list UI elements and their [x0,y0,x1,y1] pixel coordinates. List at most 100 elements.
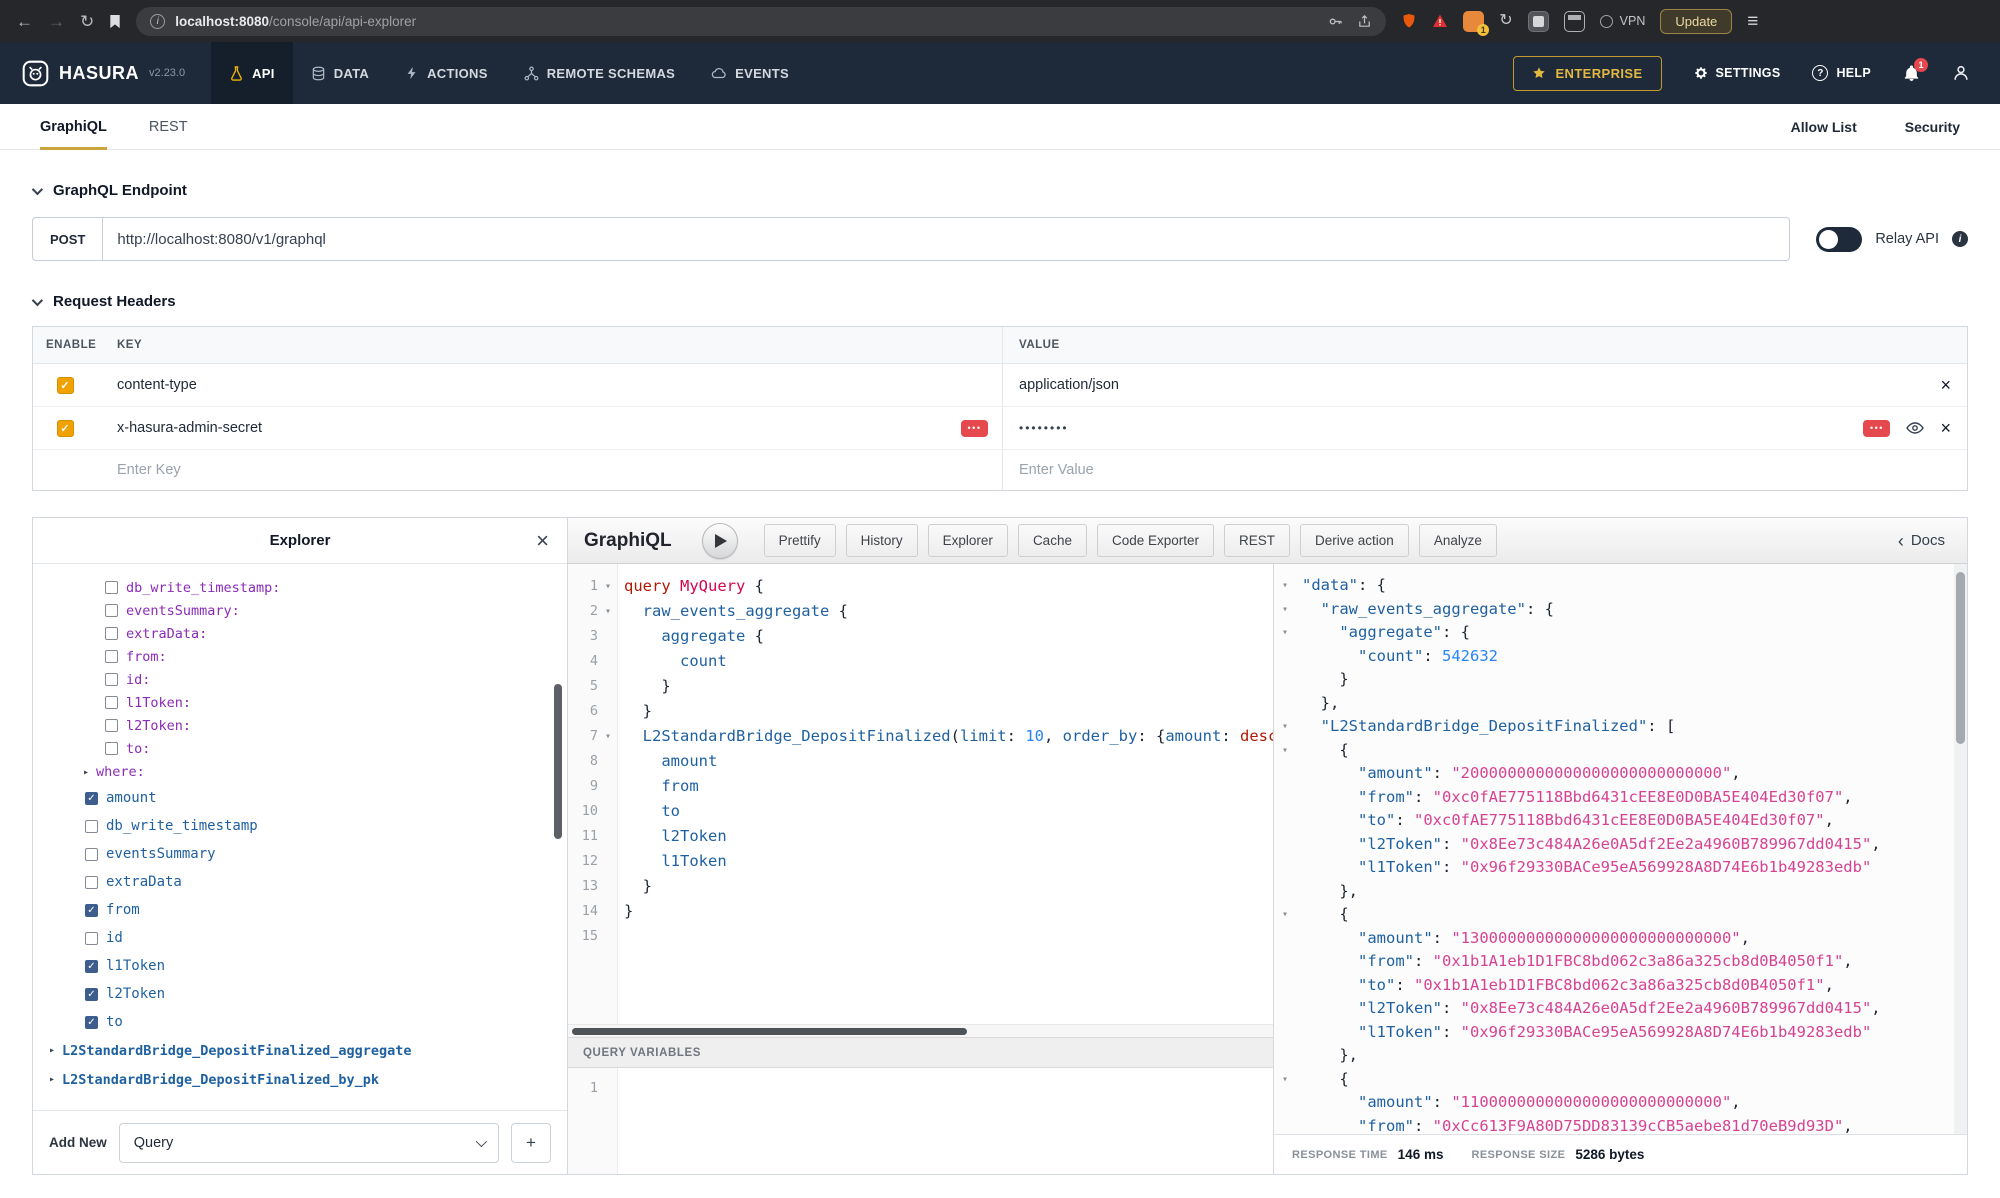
explorer-field-item[interactable]: id [33,924,567,952]
arg-checkbox[interactable] [105,604,118,617]
link-security[interactable]: Security [1905,119,1960,135]
enterprise-button[interactable]: ENTERPRISE [1513,56,1661,91]
menu-icon[interactable]: ≡ [1747,12,1758,31]
help-button[interactable]: ? HELP [1812,65,1871,81]
settings-button[interactable]: SETTINGS [1694,66,1781,80]
site-info-icon[interactable]: i [150,14,165,29]
field-checkbox[interactable] [85,792,98,805]
explorer-field-item[interactable]: to [33,1008,567,1036]
arg-checkbox[interactable] [105,696,118,709]
explorer-node-item[interactable]: ▸L2StandardBridge_DepositFinalized_aggre… [33,1036,567,1065]
arg-checkbox[interactable] [105,581,118,594]
explorer-field-item[interactable]: amount [33,784,567,812]
field-checkbox[interactable] [85,932,98,945]
arg-checkbox[interactable] [105,650,118,663]
new-header-key-input[interactable] [117,462,914,478]
refresh-extension-icon[interactable]: ↻ [1499,13,1512,29]
endpoint-section-header[interactable]: GraphQL Endpoint [32,182,1968,199]
user-icon[interactable] [1952,64,1970,82]
explorer-node-item[interactable]: ▸L2StandardBridge_DepositFinalized_by_pk [33,1065,567,1094]
explorer-arg-item[interactable]: l2Token: [33,714,567,737]
update-button[interactable]: Update [1660,9,1732,34]
hasura-logo[interactable]: HASURA v2.23.0 [22,60,185,87]
warning-icon[interactable] [1432,13,1448,29]
toolbar-button-analyze[interactable]: Analyze [1419,524,1497,557]
secret-dots-badge[interactable]: ••• [1863,420,1890,437]
toolbar-button-rest[interactable]: REST [1224,524,1290,557]
key-icon[interactable] [1328,14,1343,29]
field-checkbox[interactable] [85,820,98,833]
query-variables-editor[interactable]: 1 [568,1068,1273,1174]
remove-header-icon[interactable]: × [1940,419,1951,437]
relay-toggle[interactable] [1816,227,1862,252]
notifications-button[interactable]: 1 [1903,65,1920,82]
address-bar[interactable]: i localhost:8080/console/api/api-explore… [136,7,1386,36]
close-icon[interactable]: × [536,530,549,552]
tab-rest[interactable]: REST [149,104,188,149]
sidebar-extension-icon[interactable] [1528,11,1549,32]
explorer-arg-item[interactable]: to: [33,737,567,760]
explorer-arg-item[interactable]: l1Token: [33,691,567,714]
explorer-scrollbar[interactable] [554,684,562,839]
header-enable-checkbox[interactable] [57,420,74,437]
explorer-arg-item[interactable]: eventsSummary: [33,599,567,622]
field-checkbox[interactable] [85,904,98,917]
explorer-field-item[interactable]: db_write_timestamp [33,812,567,840]
graphql-endpoint-input[interactable] [103,217,1790,261]
explorer-field-item[interactable]: from [33,896,567,924]
field-checkbox[interactable] [85,876,98,889]
explorer-field-item[interactable]: l2Token [33,980,567,1008]
header-enable-checkbox[interactable] [57,377,74,394]
explorer-field-item[interactable]: eventsSummary [33,840,567,868]
docs-button[interactable]: ‹ Docs [1898,532,1951,550]
new-header-value-input[interactable] [1019,462,1858,478]
info-icon[interactable]: i [1952,231,1968,247]
eye-icon[interactable] [1906,422,1924,434]
secret-dots-badge[interactable]: ••• [961,420,988,437]
share-icon[interactable] [1357,14,1372,29]
arg-checkbox[interactable] [105,627,118,640]
nav-item-data[interactable]: DATA [293,42,387,104]
explorer-where-item[interactable]: ▸where: [33,760,567,784]
field-checkbox[interactable] [85,848,98,861]
field-checkbox[interactable] [85,960,98,973]
toolbar-button-explorer[interactable]: Explorer [928,524,1008,557]
reload-icon[interactable]: ↻ [80,13,94,30]
explorer-arg-item[interactable]: from: [33,645,567,668]
query-variables-header[interactable]: QUERY VARIABLES [568,1037,1273,1068]
nav-item-actions[interactable]: ACTIONS [387,42,506,104]
toolbar-button-code-exporter[interactable]: Code Exporter [1097,524,1214,557]
arg-checkbox[interactable] [105,742,118,755]
nav-item-remote-schemas[interactable]: REMOTE SCHEMAS [506,42,693,104]
vpn-indicator[interactable]: VPN [1600,14,1646,28]
field-checkbox[interactable] [85,988,98,1001]
explorer-arg-item[interactable]: extraData: [33,622,567,645]
toolbar-button-history[interactable]: History [846,524,918,557]
window-extension-icon[interactable] [1564,11,1585,32]
headers-section-header[interactable]: Request Headers [32,293,1968,310]
arg-checkbox[interactable] [105,673,118,686]
bookmark-icon[interactable] [109,14,121,29]
toolbar-button-derive-action[interactable]: Derive action [1300,524,1409,557]
shield-icon[interactable] [1401,13,1417,29]
link-allow-list[interactable]: Allow List [1791,119,1857,135]
extension-icon[interactable]: 1 [1463,11,1484,32]
toolbar-button-cache[interactable]: Cache [1018,524,1087,557]
explorer-arg-item[interactable]: id: [33,668,567,691]
toolbar-button-prettify[interactable]: Prettify [764,524,836,557]
arg-checkbox[interactable] [105,719,118,732]
forward-icon[interactable]: → [48,13,65,30]
back-icon[interactable]: ← [16,13,33,30]
explorer-field-item[interactable]: l1Token [33,952,567,980]
nav-item-api[interactable]: API [211,42,293,104]
explorer-arg-item[interactable]: db_write_timestamp: [33,576,567,599]
operation-type-select[interactable]: Query [119,1123,499,1163]
nav-item-events[interactable]: EVENTS [693,42,807,104]
editor-horizontal-scrollbar[interactable] [568,1024,1273,1037]
field-checkbox[interactable] [85,1016,98,1029]
scrollbar-thumb[interactable] [572,1028,967,1035]
remove-header-icon[interactable]: × [1940,376,1951,394]
query-editor[interactable]: 1▾query MyQuery {2▾ raw_events_aggregate… [568,564,1274,1174]
explorer-field-item[interactable]: extraData [33,868,567,896]
tab-graphiql[interactable]: GraphiQL [40,104,107,149]
